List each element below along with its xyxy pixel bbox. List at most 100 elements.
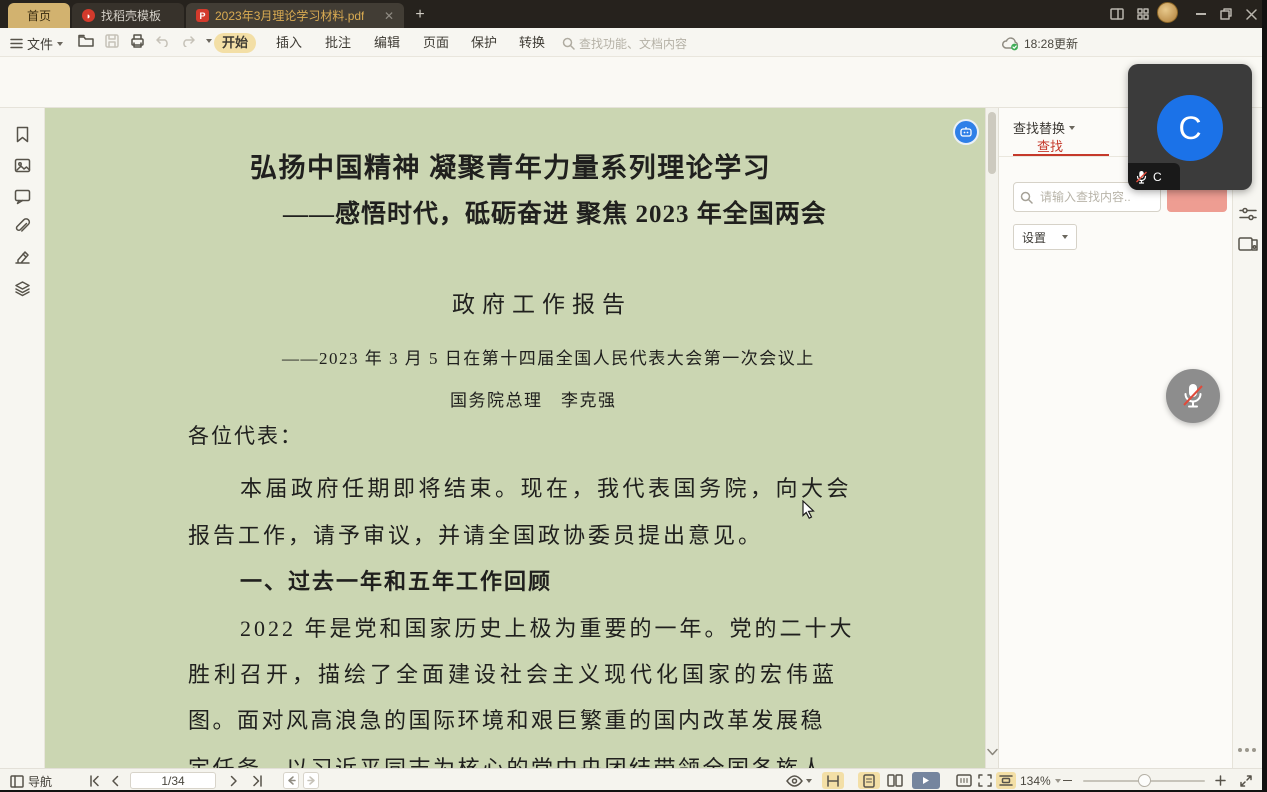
- user-avatar[interactable]: [1156, 2, 1178, 22]
- window-frame-edge: [1262, 0, 1267, 792]
- left-sidebar: [0, 108, 45, 768]
- meeting-avatar-letter: C: [1178, 110, 1201, 147]
- mic-muted-button[interactable]: [1166, 369, 1220, 423]
- zoom-percent-dropdown[interactable]: 134%: [1020, 772, 1061, 789]
- new-tab-button[interactable]: +: [410, 5, 430, 25]
- wps-assistant-badge[interactable]: [953, 119, 979, 145]
- single-page-mode-button[interactable]: [858, 772, 880, 789]
- apps-grid-icon[interactable]: [1132, 4, 1154, 24]
- redo-icon[interactable]: [181, 35, 195, 47]
- signature-stamp-icon[interactable]: [14, 249, 31, 266]
- doc-paragraph-line: 图。面对风高浪急的国际环境和艰巨繁重的国内改革发展稳: [188, 703, 825, 735]
- menubar: 文件 开始 插入 批注 编辑 页面 保护 转换 查找功能、文档内容 18:28更…: [0, 28, 1267, 57]
- doc-author: 国务院总理 李克强: [450, 386, 617, 411]
- eye-protect-button[interactable]: [786, 772, 812, 789]
- open-icon[interactable]: [78, 34, 94, 48]
- window-layout-icon[interactable]: [1106, 4, 1128, 24]
- menu-tab-home[interactable]: 开始: [214, 33, 256, 53]
- menu-insert-label: 插入: [276, 35, 302, 50]
- doc-paragraph-line: 报告工作，请予审议，并请全国政协委员提出意见。: [188, 518, 763, 550]
- comment-icon[interactable]: [14, 188, 31, 205]
- print-icon[interactable]: [130, 34, 145, 48]
- quickbar-dropdown-icon[interactable]: [206, 39, 212, 43]
- fit-width-button-status[interactable]: [996, 772, 1016, 789]
- docer-icon: ◗: [82, 9, 95, 22]
- search-icon: [562, 37, 575, 50]
- page-indicator-value: 1/34: [161, 774, 184, 788]
- mic-muted-icon: [1181, 382, 1205, 410]
- search-icon: [1020, 191, 1033, 204]
- menu-tab-page[interactable]: 页面: [415, 33, 457, 53]
- menu-tab-comment[interactable]: 批注: [317, 33, 359, 53]
- next-page-button-status[interactable]: [230, 772, 239, 789]
- zoom-in-button-status[interactable]: [1213, 772, 1227, 789]
- doc-salutation: 各位代表：: [188, 420, 303, 450]
- pdf-page[interactable]: 弘扬中国精神 凝聚青年力量系列理论学习 ——感悟时代，砥砺奋进 聚焦 2023 …: [45, 108, 985, 768]
- adjust-sliders-icon[interactable]: [1239, 206, 1257, 222]
- play-slideshow-button[interactable]: [912, 772, 940, 789]
- tab-docer-templates[interactable]: ◗ 找稻壳模板: [72, 3, 184, 28]
- vertical-scrollbar[interactable]: [985, 108, 998, 768]
- layers-icon[interactable]: [14, 280, 31, 297]
- navigation-icon: [10, 775, 24, 788]
- undo-icon[interactable]: [156, 35, 170, 47]
- zoom-percent-value: 134%: [1020, 774, 1051, 788]
- tab-close-icon[interactable]: ✕: [384, 9, 394, 23]
- tab-docer-label: 找稻壳模板: [101, 7, 161, 24]
- menu-home-label: 开始: [222, 35, 248, 50]
- back-button[interactable]: [283, 772, 299, 789]
- prev-page-button-status[interactable]: [110, 772, 119, 789]
- fullscreen-icon[interactable]: [1238, 772, 1254, 789]
- double-page-mode-button[interactable]: [883, 772, 907, 789]
- tab-pdf-document[interactable]: P 2023年3月理论学习材料.pdf ✕: [186, 3, 404, 28]
- find-settings-dropdown[interactable]: 设置: [1013, 224, 1077, 250]
- panel-title[interactable]: 查找替换: [1013, 118, 1075, 137]
- thumbnail-icon[interactable]: [14, 157, 31, 174]
- scrollbar-thumb[interactable]: [988, 112, 996, 174]
- menu-tab-edit[interactable]: 编辑: [366, 33, 408, 53]
- menu-protect-label: 保护: [471, 35, 497, 50]
- first-page-button[interactable]: [88, 772, 100, 789]
- menu-comment-label: 批注: [325, 35, 351, 50]
- doc-paragraph-line: 定任务，以习近平同志为核心的党中央团结带领全国各族人: [188, 751, 825, 768]
- save-icon[interactable]: [105, 34, 119, 48]
- actual-size-button-status[interactable]: [954, 772, 974, 789]
- strip-more-icon[interactable]: [1238, 748, 1256, 752]
- forward-button[interactable]: [303, 772, 319, 789]
- fit-page-button-status[interactable]: [975, 772, 995, 789]
- menu-tab-insert[interactable]: 插入: [268, 33, 310, 53]
- reader-view-icon[interactable]: [1238, 236, 1258, 253]
- command-search[interactable]: 查找功能、文档内容: [562, 35, 687, 52]
- close-button[interactable]: [1240, 4, 1262, 24]
- bookmark-icon[interactable]: [14, 126, 31, 143]
- meeting-participant-name: C: [1153, 170, 1162, 184]
- menu-convert-label: 转换: [519, 35, 545, 50]
- navigation-toggle[interactable]: 导航: [10, 773, 52, 790]
- menu-tab-protect[interactable]: 保护: [463, 33, 505, 53]
- file-menu[interactable]: 文件: [10, 34, 63, 53]
- restore-button[interactable]: [1215, 4, 1237, 24]
- chevron-down-icon: [1069, 126, 1075, 130]
- zoom-out-button-status[interactable]: [1060, 772, 1074, 789]
- toolbar: 手型 选择 PDF转Office PDF转图片 拆分合并 播放 阅读模式: [0, 57, 1267, 108]
- doc-section-heading: 一、过去一年和五年工作回顾: [240, 564, 552, 596]
- menu-page-label: 页面: [423, 35, 449, 50]
- doc-subtitle: ——感悟时代，砥砺奋进 聚焦 2023 年全国两会: [283, 194, 827, 230]
- continuous-mode-button[interactable]: [822, 772, 844, 789]
- last-page-button[interactable]: [252, 772, 264, 789]
- menu-tab-convert[interactable]: 转换: [511, 33, 553, 53]
- attachment-icon[interactable]: [14, 218, 31, 235]
- find-replace-panel: 查找替换 查找 设置: [998, 108, 1232, 768]
- zoom-slider-knob[interactable]: [1138, 774, 1151, 787]
- menu-edit-label: 编辑: [374, 35, 400, 50]
- page-indicator-field[interactable]: 1/34: [130, 772, 216, 789]
- chevron-down-icon: [57, 42, 63, 46]
- chevron-down-icon: [806, 779, 812, 783]
- meeting-video-overlay[interactable]: C C: [1128, 64, 1252, 190]
- scroll-down-icon[interactable]: [987, 748, 998, 756]
- tab-home[interactable]: 首页: [8, 3, 70, 28]
- chevron-down-icon: [1062, 235, 1068, 239]
- cloud-sync-status[interactable]: 18:28更新: [1002, 35, 1078, 52]
- minimize-button[interactable]: [1190, 4, 1212, 24]
- tab-find[interactable]: 查找: [1037, 136, 1063, 155]
